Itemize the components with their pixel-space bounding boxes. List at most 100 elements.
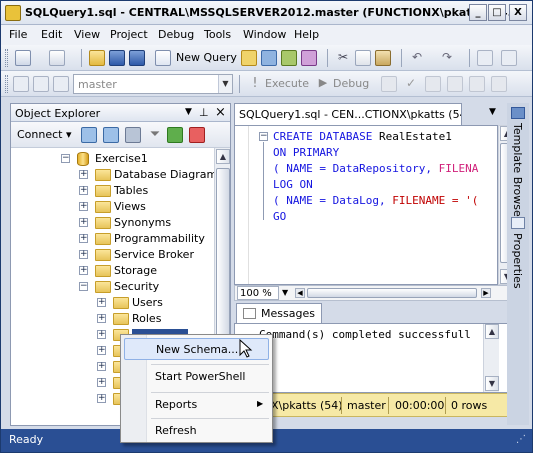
expand-icon[interactable]: +	[97, 346, 106, 355]
intellisense-icon[interactable]	[469, 76, 485, 92]
navigate-icon[interactable]	[477, 50, 493, 66]
dropdown-arrow-icon[interactable]: ▼	[185, 107, 192, 117]
disconnect-server-icon[interactable]	[103, 127, 119, 143]
menu-item-start-powershell[interactable]: Start PowerShell	[124, 366, 269, 388]
disconnect-icon[interactable]	[33, 76, 49, 92]
menu-window[interactable]: Window	[243, 28, 286, 41]
close-icon[interactable]: ×	[215, 105, 226, 120]
chevron-down-icon[interactable]: ▼	[218, 75, 232, 93]
menu-file[interactable]: File	[9, 28, 27, 41]
debug-button[interactable]: Debug	[333, 77, 369, 90]
pin-icon[interactable]: ⊥	[199, 106, 209, 119]
xmla-query-icon[interactable]	[301, 50, 317, 66]
tree-node-exercise1[interactable]: − Exercise1	[11, 151, 214, 167]
collapse-icon[interactable]: −	[79, 282, 88, 291]
messages-pane[interactable]: Command(s) completed successfull ▲ ▼	[234, 323, 514, 393]
scroll-thumb[interactable]	[216, 168, 230, 343]
expand-icon[interactable]: +	[97, 298, 106, 307]
parse-icon[interactable]: ✓	[403, 76, 419, 92]
menu-tools[interactable]: Tools	[204, 28, 231, 41]
collapse-icon[interactable]: −	[61, 154, 70, 163]
menu-view[interactable]: View	[74, 28, 100, 41]
database-engine-query-icon[interactable]	[241, 50, 257, 66]
expand-icon[interactable]: +	[79, 186, 88, 195]
menu-debug[interactable]: Debug	[158, 28, 194, 41]
toolbar-grip[interactable]	[5, 75, 8, 93]
expand-icon[interactable]: +	[79, 202, 88, 211]
change-connection-icon[interactable]	[53, 76, 69, 92]
cut-icon[interactable]: ✂	[335, 50, 351, 66]
tree-node-roles[interactable]: + Roles	[11, 311, 214, 327]
scroll-up-icon[interactable]: ▲	[216, 149, 230, 164]
expand-icon[interactable]: +	[97, 314, 106, 323]
display-plan-icon[interactable]	[425, 76, 441, 92]
save-all-icon[interactable]	[129, 50, 145, 66]
menu-project[interactable]: Project	[110, 28, 148, 41]
template-browser-tab[interactable]: Template Browser	[511, 123, 524, 221]
debug-play-icon[interactable]: ▶	[315, 76, 331, 92]
minimize-button[interactable]: _	[469, 4, 487, 21]
connect-server-icon[interactable]	[81, 127, 97, 143]
tree-node-service-broker[interactable]: + Service Broker	[11, 247, 214, 263]
database-combo[interactable]: master ▼	[73, 74, 233, 94]
tree-node-tables[interactable]: + Tables	[11, 183, 214, 199]
menu-item-refresh[interactable]: Refresh	[124, 420, 269, 442]
title-bar[interactable]: SQLQuery1.sql - CENTRAL\MSSQLSERVER2012.…	[1, 1, 532, 25]
new-query-icon[interactable]	[155, 50, 171, 66]
execute-button[interactable]: Execute	[265, 77, 309, 90]
scroll-left-icon[interactable]: ◀	[295, 288, 305, 298]
expand-icon[interactable]: +	[97, 394, 106, 403]
resize-grip-icon[interactable]: ⋰	[516, 434, 526, 445]
tree-node-database-diagrams[interactable]: + Database Diagrams	[11, 167, 214, 183]
tree-node-storage[interactable]: + Storage	[11, 263, 214, 279]
horizontal-scroll-thumb[interactable]	[307, 288, 477, 298]
properties-tab[interactable]: Properties	[511, 233, 524, 289]
scroll-down-icon[interactable]: ▼	[485, 376, 499, 391]
new-project-icon[interactable]	[15, 50, 31, 66]
redo-icon[interactable]: ↷	[439, 50, 455, 66]
expand-icon[interactable]: +	[79, 170, 88, 179]
new-query-button[interactable]: New Query	[176, 51, 237, 64]
refresh-icon[interactable]	[167, 127, 183, 143]
expand-icon[interactable]: +	[79, 218, 88, 227]
analysis-services-dmx-icon[interactable]	[281, 50, 297, 66]
expand-icon[interactable]: +	[97, 330, 106, 339]
copy-icon[interactable]	[355, 50, 371, 66]
save-icon[interactable]	[109, 50, 125, 66]
expand-icon[interactable]: +	[97, 378, 106, 387]
query-editor[interactable]: − CREATE DATABASE RealEstate1 ON PRIMARY…	[234, 125, 498, 285]
stop-icon[interactable]	[125, 127, 141, 143]
filter-icon[interactable]: ⏷	[147, 127, 163, 143]
messages-scrollbar[interactable]: ▲ ▼	[483, 324, 499, 392]
close-button[interactable]: X	[509, 4, 527, 21]
outline-collapse-icon[interactable]: −	[259, 132, 268, 141]
menu-help[interactable]: Help	[294, 28, 319, 41]
properties-icon[interactable]	[511, 217, 525, 229]
paste-icon[interactable]	[375, 50, 391, 66]
chevron-down-icon[interactable]: ▼	[282, 288, 288, 297]
dropdown-arrow-icon[interactable]: ▼	[489, 107, 496, 117]
toolbar-grip[interactable]	[5, 49, 8, 67]
activity-monitor-icon[interactable]	[189, 127, 205, 143]
tree-node-views[interactable]: + Views	[11, 199, 214, 215]
execute-icon[interactable]: !	[247, 76, 263, 92]
tree-node-synonyms[interactable]: + Synonyms	[11, 215, 214, 231]
query-options-icon[interactable]	[447, 76, 463, 92]
connect-dropdown[interactable]: Connect ▾	[17, 128, 72, 141]
expand-icon[interactable]: +	[79, 266, 88, 275]
zoom-combo[interactable]: 100 %	[237, 286, 279, 300]
expand-icon[interactable]: +	[79, 250, 88, 259]
scroll-up-icon[interactable]: ▲	[485, 324, 499, 339]
expand-icon[interactable]: +	[97, 362, 106, 371]
results-to-grid-icon[interactable]	[491, 76, 507, 92]
tab-messages[interactable]: Messages	[236, 303, 322, 323]
template-browser-icon[interactable]	[511, 107, 525, 119]
add-item-icon[interactable]	[49, 50, 65, 66]
tab-sqlquery1[interactable]: SQLQuery1.sql - CEN...CTIONX\pkatts (54)…	[234, 103, 462, 125]
menu-item-reports[interactable]: Reports ▶	[124, 394, 269, 416]
tree-node-programmability[interactable]: + Programmability	[11, 231, 214, 247]
expand-icon[interactable]: +	[79, 234, 88, 243]
tree-node-security[interactable]: − Security	[11, 279, 214, 295]
open-folder-icon[interactable]	[89, 50, 105, 66]
undo-icon[interactable]: ↶	[409, 50, 425, 66]
